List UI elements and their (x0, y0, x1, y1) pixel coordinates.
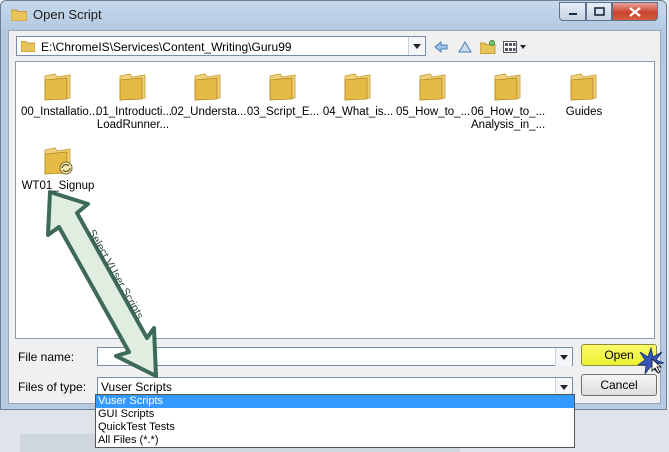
file-item[interactable]: 00_Installatio... (21, 66, 99, 132)
cancel-button[interactable]: Cancel (581, 374, 657, 396)
folder-icon (11, 9, 27, 21)
up-folder-button[interactable] (456, 39, 474, 55)
minimize-icon (568, 12, 577, 15)
file-item[interactable]: Guides (547, 66, 621, 132)
file-item-label: 00_Installatio... (21, 106, 99, 118)
folder-icon (269, 73, 296, 101)
chevron-down-icon (560, 354, 568, 360)
folder-icon (494, 73, 521, 101)
file-item[interactable]: 06_How_to_... Analysis_in_... (471, 66, 545, 132)
folder-icon (194, 73, 221, 101)
look-in-dropdown-button[interactable] (408, 37, 425, 55)
folder-icon (344, 73, 371, 101)
file-item-label: 02_Understa... (171, 106, 247, 118)
file-item-label: 01_Introducti... (96, 106, 173, 118)
cancel-button-label: Cancel (600, 378, 638, 392)
title-bar: Open Script (1, 1, 668, 29)
new-folder-icon (480, 40, 496, 54)
cursor-burst-icon (637, 347, 665, 375)
files-of-type-value: Vuser Scripts (101, 380, 172, 394)
filetype-option[interactable]: Vuser Scripts (96, 395, 574, 408)
file-item-label-line2: LoadRunner... (96, 119, 170, 131)
folder-icon (44, 73, 71, 101)
file-name-combo[interactable] (97, 347, 573, 366)
maximize-button[interactable] (586, 2, 612, 21)
file-item[interactable]: 01_Introducti... LoadRunner... (96, 66, 173, 132)
folder-icon (119, 73, 146, 101)
new-folder-button[interactable] (479, 39, 497, 55)
back-arrow-icon (434, 41, 448, 53)
filetype-option[interactable]: QuickTest Tests (96, 421, 574, 434)
chevron-down-icon (413, 43, 421, 49)
file-item-label-line2: Analysis_in_... (471, 119, 546, 131)
file-item[interactable]: 05_How_to_... (396, 66, 470, 132)
files-of-type-label: Files of type: (18, 380, 87, 394)
file-item-label: WT01_Signup (21, 180, 95, 192)
files-of-type-dropdown-list[interactable]: Vuser Scripts GUI Scripts QuickTest Tests A… (95, 394, 575, 448)
dialog-body: E:\ChromeIS\Services\Content_Writing\Gur… (8, 30, 665, 404)
close-button[interactable] (612, 2, 658, 21)
window-title: Open Script (33, 7, 102, 22)
back-button[interactable] (432, 39, 450, 55)
folder-icon (419, 73, 446, 101)
look-in-combo[interactable]: E:\ChromeIS\Services\Content_Writing\Gur… (16, 36, 426, 56)
close-icon (629, 6, 641, 17)
view-menu-button[interactable] (503, 39, 527, 55)
folder-icon (21, 41, 35, 52)
up-folder-icon (458, 41, 472, 53)
file-item-label: 06_How_to_... (471, 106, 546, 118)
file-name-label: File name: (18, 350, 75, 364)
filetype-option[interactable]: GUI Scripts (96, 408, 574, 421)
view-menu-icon (503, 41, 526, 53)
file-list[interactable]: 00_Installatio... 01_Introducti... LoadRun… (15, 61, 655, 339)
open-script-dialog: Open Script E:\ChromeIS\Services\Content… (0, 0, 667, 410)
file-item-label: Guides (565, 106, 603, 118)
file-item[interactable]: WT01_Signup (21, 140, 95, 206)
look-in-path: E:\ChromeIS\Services\Content_Writing\Gur… (41, 40, 292, 54)
file-item-label: 05_How_to_... (396, 106, 471, 118)
file-name-dropdown-button[interactable] (555, 348, 572, 366)
file-item[interactable]: 04_What_is... (321, 66, 395, 132)
filetype-option[interactable]: All Files (*.*) (96, 434, 574, 447)
minimize-button[interactable] (559, 2, 586, 21)
script-folder-icon (44, 147, 73, 175)
folder-icon (570, 73, 597, 101)
file-item[interactable]: 03_Script_E... (246, 66, 320, 132)
file-item-label: 04_What_is... (322, 106, 394, 118)
maximize-icon (593, 7, 605, 16)
file-item-label: 03_Script_E... (246, 106, 320, 118)
chevron-down-icon (560, 384, 568, 390)
file-item[interactable]: 02_Understa... (171, 66, 247, 132)
open-button-label: Open (604, 348, 634, 362)
